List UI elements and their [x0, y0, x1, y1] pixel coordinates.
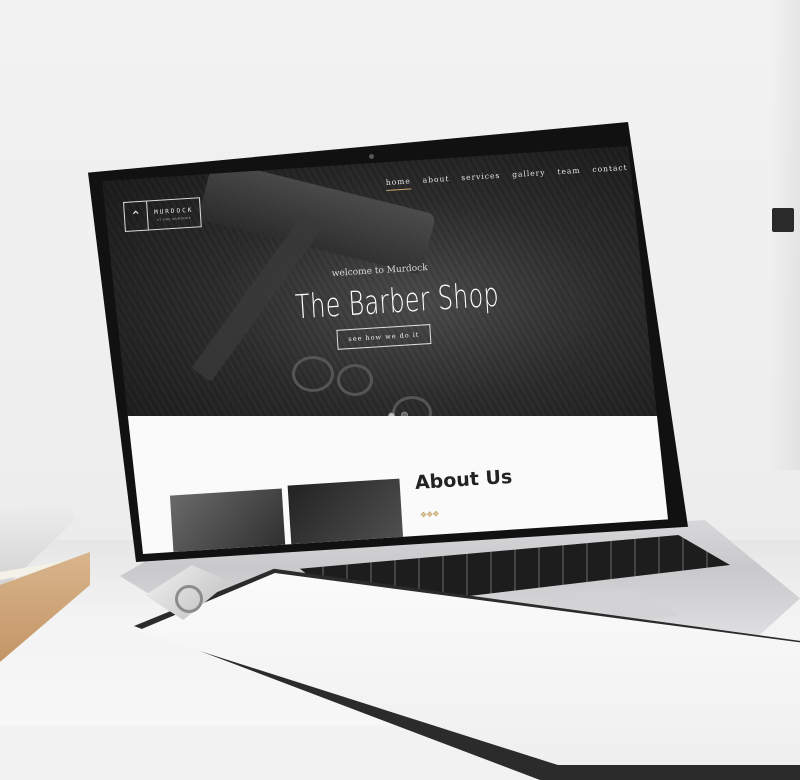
- nav-contact[interactable]: contact: [592, 163, 628, 178]
- logo-name: MURDOCK: [153, 206, 194, 216]
- scissors-ring-icon: [337, 364, 373, 396]
- hero-text: welcome to Murdock The Barber Shop see h…: [260, 259, 505, 355]
- wall-hook: [772, 208, 794, 232]
- scene: home about services gallery team contact…: [0, 0, 800, 780]
- hero-section: home about services gallery team contact…: [102, 146, 669, 431]
- hero-headline: The Barber Shop: [294, 274, 501, 327]
- laptop-screen: home about services gallery team contact…: [102, 146, 669, 554]
- nav-gallery[interactable]: gallery: [512, 168, 546, 183]
- nav-about[interactable]: about: [422, 174, 449, 189]
- scissors-ring-icon: [292, 356, 334, 392]
- logo-tagline: AT ONE MURDOCK: [156, 215, 192, 222]
- about-image: [169, 488, 287, 554]
- nav-services[interactable]: services: [461, 171, 501, 186]
- site-logo[interactable]: ⌃ MURDOCK AT ONE MURDOCK: [123, 197, 202, 232]
- nav-home[interactable]: home: [385, 176, 412, 191]
- nav-team[interactable]: team: [557, 166, 581, 180]
- wall-shadow: [770, 0, 800, 470]
- camera-icon: [369, 154, 374, 159]
- clip-ring: [175, 585, 203, 613]
- nav-blog[interactable]: blog: [639, 161, 660, 175]
- ornament-divider-icon: ❖❖❖: [419, 509, 439, 520]
- razor-logo-icon: ⌃: [124, 201, 149, 231]
- logo-text: MURDOCK AT ONE MURDOCK: [148, 206, 201, 222]
